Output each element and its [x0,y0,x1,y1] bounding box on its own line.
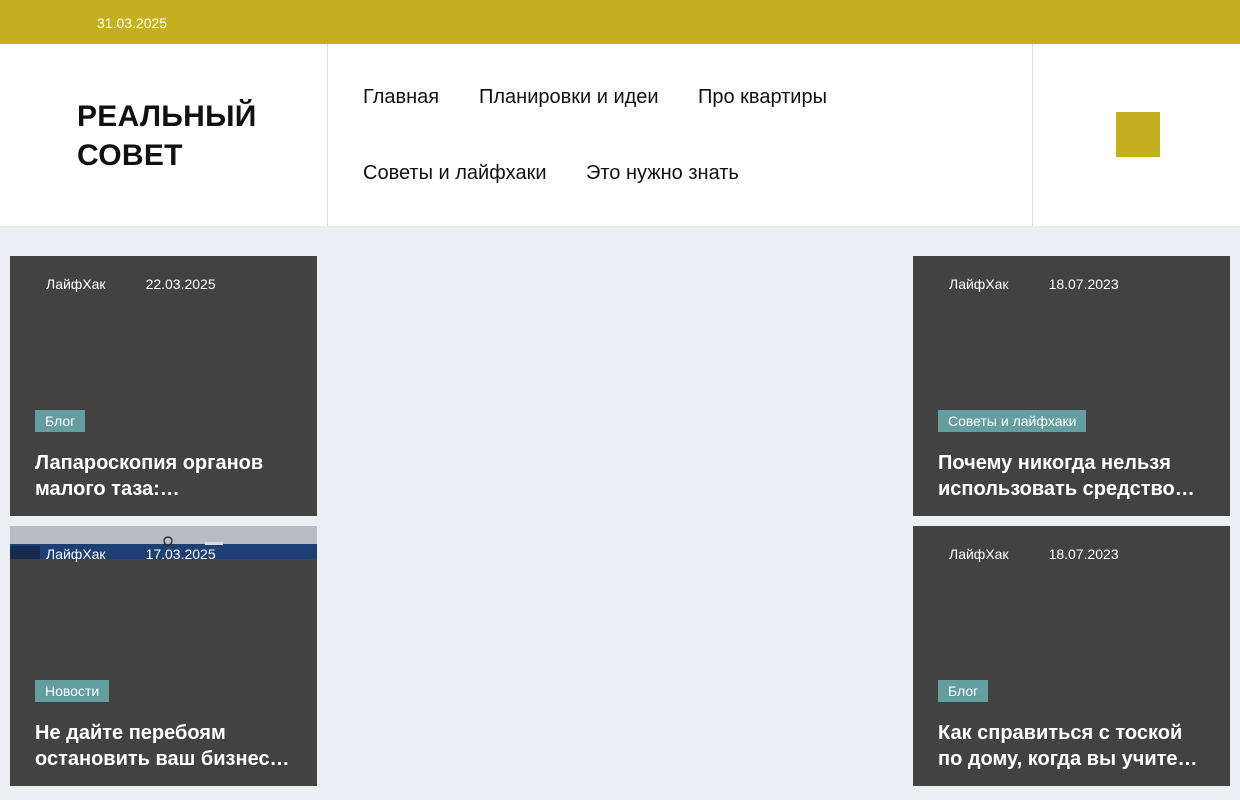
card-meta: ЛайфХак 18.07.2023 [949,546,1119,562]
category-badge[interactable]: Новости [35,680,110,702]
article-card[interactable]: ЛайфХак 18.07.2023 Советы и лайфхаки Поче… [913,256,1230,516]
card-date: 22.03.2025 [145,276,216,292]
logo-line-1: РЕАЛЬНЫЙ [77,100,257,133]
card-title-line-2: малого таза:… [35,478,180,500]
nav-item-apartments[interactable]: Про квартиры [698,86,827,109]
article-card[interactable]: ЛайфХак 18.07.2023 Блог Как справиться с … [913,526,1230,786]
card-meta: ЛайфХак 17.03.2025 [46,546,216,562]
card-title[interactable]: Не дайте перебоям остановить ваш бизнес… [35,720,305,772]
card-title-line-2: остановить ваш бизнес… [35,748,290,770]
site-logo[interactable]: РЕАЛЬНЫЙ СОВЕТ [77,97,257,175]
category-badge[interactable]: Советы и лайфхаки [938,410,1087,432]
card-title[interactable]: Почему никогда нельзя использовать средс… [938,450,1208,502]
card-title-line-1: Не дайте перебоям [35,722,226,744]
card-title[interactable]: Как справиться с тоской по дому, когда в… [938,720,1208,772]
top-bar: 31.03.2025 [0,0,1240,44]
card-title[interactable]: Лапароскопия органов малого таза:… [35,450,305,502]
card-title-line-2: использовать средство… [938,478,1195,500]
logo-line-2: СОВЕТ [77,139,183,172]
card-title-line-1: Почему никогда нельзя [938,452,1171,474]
card-date: 18.07.2023 [1048,546,1119,562]
card-meta: ЛайфХак 22.03.2025 [46,276,216,292]
article-card[interactable]: ЛайфХак 22.03.2025 Блог Лапароскопия орга… [10,256,317,516]
card-author[interactable]: ЛайфХак [46,276,106,292]
site-header: РЕАЛЬНЫЙ СОВЕТ Главная Планировки и идеи… [0,44,1240,226]
nav-item-need-to-know[interactable]: Это нужно знать [586,162,739,185]
search-button[interactable] [1116,112,1160,157]
header-divider-right [1032,44,1033,226]
nav-item-home[interactable]: Главная [363,86,439,109]
card-title-line-1: Как справиться с тоской [938,722,1183,744]
article-card[interactable]: ЛайфХак 17.03.2025 Новости Не дайте переб… [10,526,317,786]
card-date: 18.07.2023 [1048,276,1119,292]
nav-item-tips[interactable]: Советы и лайфхаки [363,162,547,185]
current-date: 31.03.2025 [97,15,168,31]
card-author[interactable]: ЛайфХак [949,546,1009,562]
card-author[interactable]: ЛайфХак [949,276,1009,292]
card-meta: ЛайфХак 18.07.2023 [949,276,1119,292]
card-title-line-1: Лапароскопия органов [35,452,264,474]
category-badge[interactable]: Блог [35,410,86,432]
card-title-line-2: по дому, когда вы учите… [938,748,1198,770]
card-author[interactable]: ЛайфХак [46,546,106,562]
card-date: 17.03.2025 [145,546,216,562]
category-badge[interactable]: Блог [938,680,989,702]
header-divider-left [327,44,328,226]
nav-item-layouts[interactable]: Планировки и идеи [479,86,659,109]
